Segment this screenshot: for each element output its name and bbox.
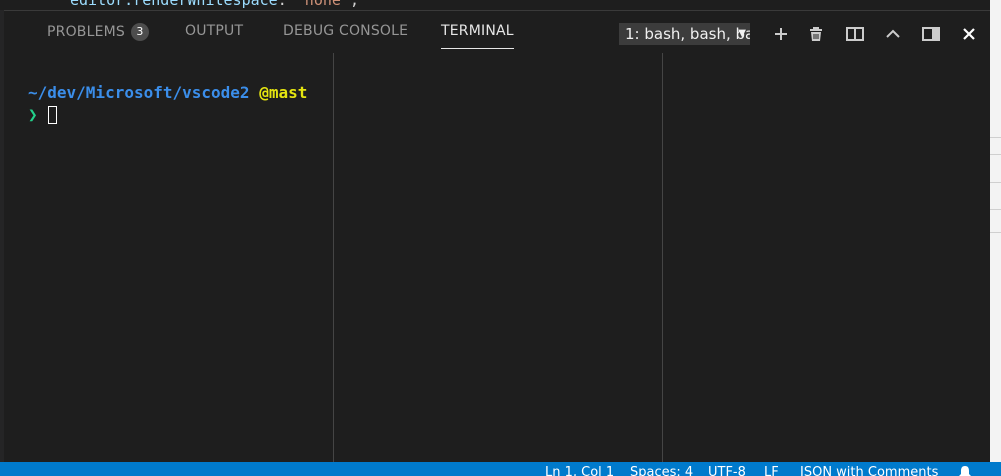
- adjacent-window-edge: [990, 0, 1001, 462]
- git-branch: @mast: [259, 83, 308, 102]
- toggle-panel-position-button[interactable]: [920, 23, 942, 45]
- language-mode[interactable]: JSON with Comments: [800, 465, 938, 476]
- chevron-down-icon: ▼: [738, 28, 746, 39]
- split-terminal-button[interactable]: [844, 23, 866, 45]
- encoding[interactable]: UTF-8: [708, 465, 746, 476]
- end-of-line[interactable]: LF: [764, 465, 779, 476]
- tab-output[interactable]: OUTPUT: [185, 23, 243, 39]
- tab-debug-console[interactable]: DEBUG CONSOLE: [283, 23, 408, 39]
- tab-problems[interactable]: PROBLEMS 3: [47, 23, 150, 41]
- kill-terminal-button[interactable]: [805, 23, 827, 45]
- cursor-position[interactable]: Ln 1, Col 1: [545, 465, 614, 476]
- tab-terminal[interactable]: TERMINAL: [441, 23, 514, 49]
- editor-key: editor.renderWhitespace: [70, 0, 278, 9]
- cwd-path: ~/dev/Microsoft/vscode2: [28, 83, 250, 102]
- status-bar: Ln 1, Col 1 Spaces: 4 UTF-8 LF JSON with…: [0, 462, 1001, 476]
- new-terminal-button[interactable]: [770, 23, 792, 45]
- terminal-split-divider[interactable]: [333, 53, 334, 463]
- problems-count-badge: 3: [131, 23, 150, 41]
- close-panel-button[interactable]: [958, 23, 980, 45]
- panel-tabs: PROBLEMS 3 OUTPUT DEBUG CONSOLE TERMINAL …: [4, 11, 990, 51]
- panel-layout-icon: [922, 27, 940, 41]
- plus-icon: [775, 28, 787, 40]
- terminal-cursor: [48, 106, 57, 124]
- chevron-up-icon: [886, 29, 900, 38]
- bottom-panel: PROBLEMS 3 OUTPUT DEBUG CONSOLE TERMINAL …: [4, 10, 990, 463]
- prompt-char: ❯: [28, 105, 38, 124]
- terminal-split-divider[interactable]: [662, 53, 663, 463]
- bell-icon[interactable]: [958, 465, 972, 476]
- editor-line: editor.renderWhitespace: "none",: [70, 0, 359, 9]
- indentation[interactable]: Spaces: 4: [630, 465, 693, 476]
- maximize-panel-button[interactable]: [882, 23, 904, 45]
- split-icon: [846, 27, 864, 41]
- editor-value: "none": [295, 0, 350, 9]
- terminal-selector-value: 1: bash, bash, bash: [625, 25, 750, 43]
- terminal-prompt-path: ~/dev/Microsoft/vscode2 @mast: [28, 83, 307, 102]
- terminal-selector[interactable]: 1: bash, bash, bash ▼: [619, 23, 750, 45]
- terminal-area[interactable]: ~/dev/Microsoft/vscode2 @mast ❯: [4, 53, 990, 463]
- editor-peek: editor.renderWhitespace: "none",: [0, 0, 990, 10]
- close-icon: [963, 28, 975, 40]
- trash-icon: [810, 27, 822, 41]
